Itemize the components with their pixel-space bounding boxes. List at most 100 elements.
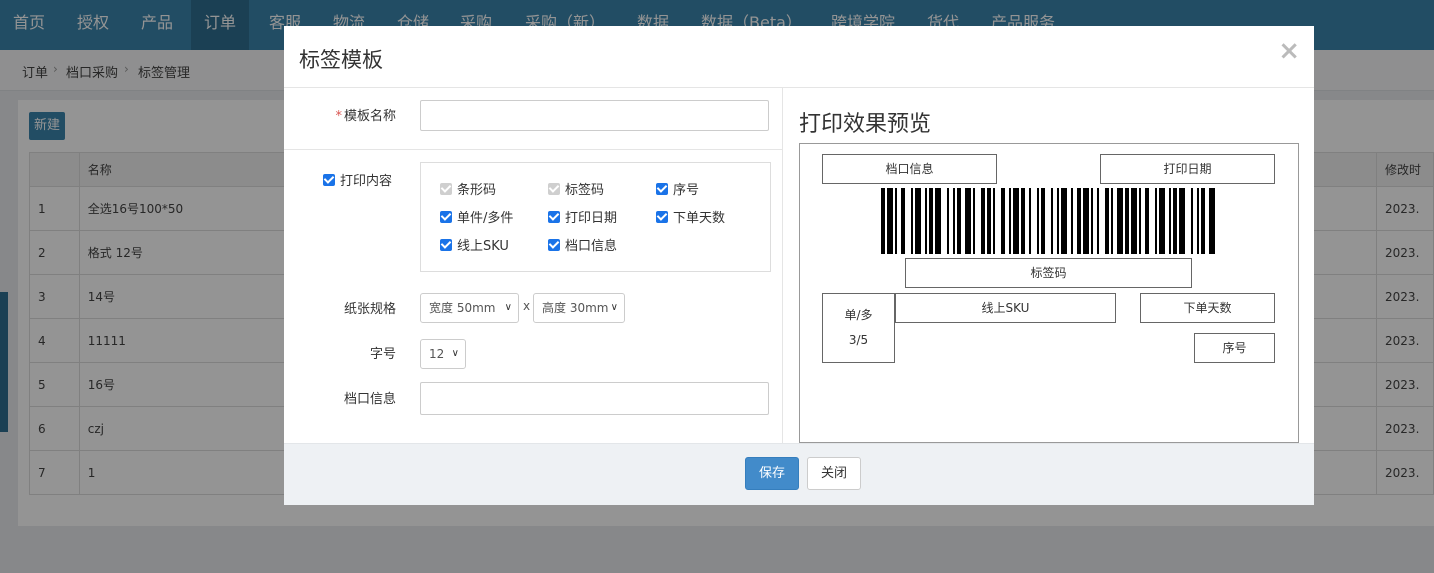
barcode-bar bbox=[1061, 188, 1067, 254]
barcode-bar bbox=[1145, 188, 1149, 254]
option-online-sku-checkbox[interactable]: 线上SKU bbox=[440, 235, 509, 254]
barcode-bar bbox=[1201, 188, 1205, 254]
label-template-dialog: 标签模板 × * 模板名称 打印内容 条形码 标签码 序号 单件/多件 打印日期 … bbox=[284, 26, 1314, 505]
barcode-bar bbox=[1057, 188, 1059, 254]
barcode-bar bbox=[1029, 188, 1031, 254]
barcode-bar bbox=[1111, 188, 1113, 254]
barcode-bar bbox=[1159, 188, 1165, 254]
option-order-days-checkbox[interactable]: 下单天数 bbox=[656, 207, 725, 226]
barcode-bar bbox=[947, 188, 949, 254]
preview-serial-no: 序号 bbox=[1194, 333, 1275, 363]
chevron-down-icon: ∨ bbox=[610, 302, 618, 313]
print-content-checkbox[interactable]: 打印内容 bbox=[323, 170, 392, 189]
barcode-bar bbox=[1173, 188, 1177, 254]
barcode-bar bbox=[1097, 188, 1099, 254]
font-size-label: 字号 bbox=[369, 347, 396, 362]
checkbox-checked-disabled-icon bbox=[440, 182, 452, 195]
checkbox-checked-disabled-icon bbox=[548, 182, 560, 195]
stall-info-input[interactable] bbox=[420, 382, 769, 415]
barcode-bar bbox=[915, 188, 921, 254]
option-serial-no-checkbox[interactable]: 序号 bbox=[656, 179, 699, 198]
barcode-bar bbox=[953, 188, 955, 254]
checkbox-checked-icon bbox=[548, 238, 560, 251]
preview-order-days: 下单天数 bbox=[1140, 293, 1275, 323]
barcode-bar bbox=[901, 188, 905, 254]
form-row-divider bbox=[284, 149, 782, 150]
option-label-code-checkbox: 标签码 bbox=[548, 179, 604, 198]
barcode-bar bbox=[1071, 188, 1073, 254]
barcode-bar bbox=[895, 188, 897, 254]
preview-title: 打印效果预览 bbox=[799, 112, 932, 137]
column-divider bbox=[782, 88, 783, 443]
barcode-bar bbox=[1169, 188, 1171, 254]
close-button[interactable]: 关闭 bbox=[807, 457, 861, 490]
checkbox-checked-icon bbox=[440, 210, 452, 223]
barcode-bar bbox=[1041, 188, 1045, 254]
barcode-bar bbox=[1125, 188, 1129, 254]
barcode-bar bbox=[1083, 188, 1089, 254]
template-name-label: * 模板名称 bbox=[335, 109, 396, 124]
option-barcode-checkbox: 条形码 bbox=[440, 179, 496, 198]
close-icon[interactable]: × bbox=[1278, 36, 1300, 66]
checkbox-checked-icon bbox=[323, 173, 335, 186]
barcode-bar bbox=[1051, 188, 1053, 254]
barcode-bar bbox=[1197, 188, 1199, 254]
checkbox-checked-icon bbox=[656, 182, 668, 195]
barcode-bar bbox=[1191, 188, 1193, 254]
barcode-bar bbox=[993, 188, 995, 254]
barcode-bar bbox=[925, 188, 927, 254]
barcode-bar bbox=[1091, 188, 1093, 254]
size-separator: x bbox=[523, 299, 531, 313]
barcode-bar bbox=[1009, 188, 1011, 254]
barcode-bar bbox=[965, 188, 971, 254]
option-print-date-checkbox[interactable]: 打印日期 bbox=[548, 207, 617, 226]
preview-single-multi: 单/多 3/5 bbox=[822, 293, 895, 363]
barcode-bar bbox=[1131, 188, 1137, 254]
barcode-bar bbox=[957, 188, 961, 254]
barcode-bar bbox=[987, 188, 991, 254]
barcode-bar bbox=[1077, 188, 1081, 254]
chevron-down-icon: ∨ bbox=[451, 348, 459, 359]
required-mark: * bbox=[335, 109, 342, 124]
dialog-footer: 保存 关闭 bbox=[284, 443, 1314, 505]
preview-print-date: 打印日期 bbox=[1100, 154, 1275, 184]
preview-online-sku: 线上SKU bbox=[895, 293, 1116, 323]
font-size-select[interactable]: 12 ∨ bbox=[420, 339, 466, 369]
paper-height-select[interactable]: 高度 30mm ∨ bbox=[533, 293, 625, 323]
option-single-multi-checkbox[interactable]: 单件/多件 bbox=[440, 207, 513, 226]
barcode-bar bbox=[1179, 188, 1185, 254]
checkbox-checked-icon bbox=[656, 210, 668, 223]
barcode-bar bbox=[981, 188, 985, 254]
barcode-bar bbox=[973, 188, 975, 254]
barcode-bar bbox=[1001, 188, 1005, 254]
preview-label-code: 标签码 bbox=[905, 258, 1192, 288]
barcode-image bbox=[881, 188, 1215, 254]
header-divider bbox=[284, 87, 1314, 88]
label-preview: 档口信息 打印日期 标签码 单/多 3/5 线上SKU 下单天数 序号 bbox=[799, 143, 1299, 443]
barcode-bar bbox=[881, 188, 885, 254]
checkbox-checked-icon bbox=[548, 210, 560, 223]
barcode-bar bbox=[1013, 188, 1019, 254]
barcode-bar bbox=[1037, 188, 1039, 254]
barcode-bar bbox=[911, 188, 913, 254]
save-button[interactable]: 保存 bbox=[745, 457, 799, 490]
barcode-bar bbox=[929, 188, 933, 254]
barcode-bar bbox=[1209, 188, 1215, 254]
preview-count: 3/5 bbox=[848, 333, 869, 347]
preview-stall-info: 档口信息 bbox=[822, 154, 997, 184]
template-name-input[interactable] bbox=[420, 100, 769, 131]
option-stall-info-checkbox[interactable]: 档口信息 bbox=[548, 235, 617, 254]
barcode-bar bbox=[1155, 188, 1157, 254]
paper-width-select[interactable]: 宽度 50mm ∨ bbox=[420, 293, 519, 323]
dialog-title: 标签模板 bbox=[299, 48, 383, 72]
barcode-bar bbox=[1105, 188, 1109, 254]
barcode-bar bbox=[1021, 188, 1025, 254]
barcode-bar bbox=[935, 188, 941, 254]
checkbox-checked-icon bbox=[440, 238, 452, 251]
stall-info-label: 档口信息 bbox=[343, 392, 396, 407]
barcode-bar bbox=[1139, 188, 1141, 254]
chevron-down-icon: ∨ bbox=[504, 302, 512, 313]
preview-single-multi-text: 单/多 bbox=[844, 308, 873, 322]
barcode-bar bbox=[887, 188, 893, 254]
barcode-bar bbox=[1117, 188, 1123, 254]
